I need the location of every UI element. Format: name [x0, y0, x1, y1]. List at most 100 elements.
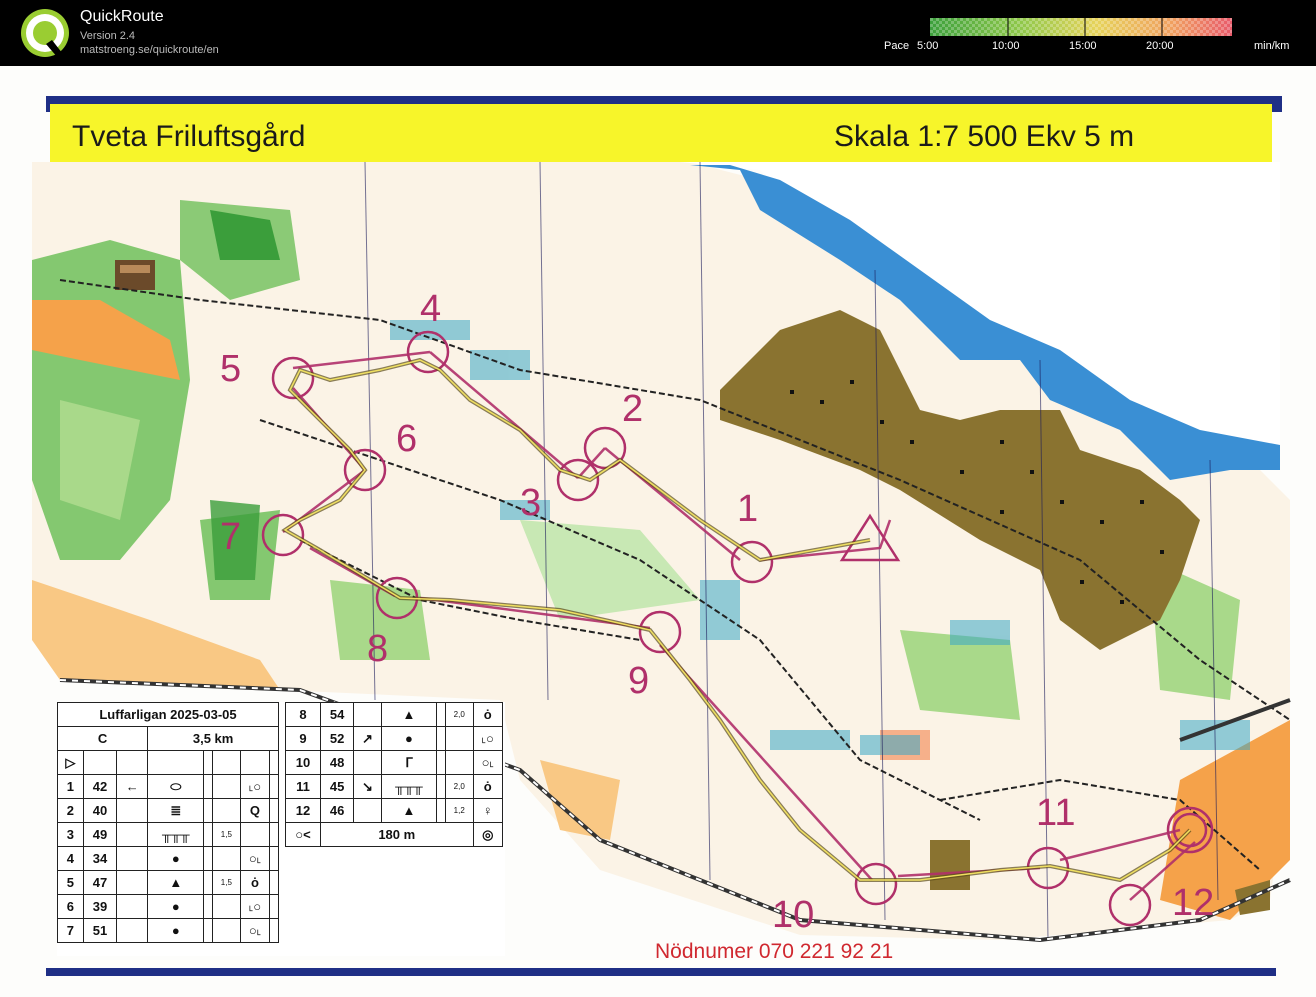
description-cell: 48 [319, 750, 355, 775]
description-cell: ○< [285, 822, 321, 847]
description-cell [203, 918, 213, 943]
description-cell: 1,5 [211, 870, 241, 895]
pace-unit: min/km [1254, 40, 1290, 52]
description-cell [436, 798, 446, 823]
control-row: 12 46 ▲ 1,2 ♀ [285, 798, 504, 823]
description-cell [239, 822, 271, 847]
description-cell [436, 774, 446, 799]
description-cell: 54 [319, 702, 355, 727]
control-number-label: 2 [622, 388, 644, 430]
description-cell [211, 918, 241, 943]
description-cell [436, 726, 446, 751]
description-cell: 45 [319, 774, 355, 799]
description-cell: ˪○ [239, 774, 271, 799]
control-row: 5 47 ▲ 1,5 ȯ [57, 870, 279, 895]
description-cell: 5 [57, 870, 84, 895]
description-cell [203, 774, 213, 799]
description-cell: 1,5 [211, 822, 241, 847]
pace-color-scale [930, 18, 1232, 36]
description-cell [269, 870, 279, 895]
finish-distance: 180 m [320, 822, 474, 847]
control-row: 9 52 ↗ ● ˪○ [285, 726, 504, 751]
description-cell: ● [147, 894, 205, 919]
description-cell: 9 [285, 726, 321, 751]
description-cell: 2,0 [444, 774, 474, 799]
description-cell: 7 [57, 918, 84, 943]
description-cell: ↗ [353, 726, 382, 751]
pace-prefix: Pace [884, 40, 910, 52]
description-cell: ╥╥╥ [380, 774, 438, 799]
description-cell: 39 [82, 894, 118, 919]
pace-tick: 5:00 [917, 40, 939, 52]
description-cell [211, 798, 241, 823]
control-row: 1 42 ← ⬭ ˪○ [57, 774, 279, 799]
description-cell: 40 [82, 798, 118, 823]
control-row: 4 34 ● ○˪ [57, 846, 279, 871]
control-number-label: 1 [737, 488, 759, 530]
description-cell: ȯ [472, 702, 504, 727]
description-cell [269, 894, 279, 919]
control-number-label: 8 [367, 628, 389, 670]
description-cell: 10 [285, 750, 321, 775]
description-cell: ♀ [472, 798, 504, 823]
map-scale: Skala 1:7 500 Ekv 5 m [834, 120, 1135, 153]
description-cell [353, 798, 382, 823]
description-cell [203, 846, 213, 871]
description-cell: 11 [285, 774, 321, 799]
description-row: C 3,5 km [56, 726, 279, 751]
control-number-label: 9 [628, 660, 650, 702]
app-version: Version 2.4 [80, 30, 136, 42]
pace-tick: 10:00 [992, 40, 1020, 52]
description-cell [269, 798, 279, 823]
map-header-band [50, 162, 1280, 228]
description-cell [203, 750, 213, 775]
control-row: 3 49 ╥╥╥ 1,5 [57, 822, 279, 847]
description-cell: ● [380, 726, 438, 751]
description-cell [436, 702, 446, 727]
description-row: ▷ [57, 750, 279, 775]
description-cell [203, 798, 213, 823]
description-cell: 2 [57, 798, 84, 823]
control-number-label: 7 [220, 516, 242, 558]
control-number-label: 6 [396, 418, 418, 460]
control-number-label: 3 [520, 482, 542, 524]
control-number-label: 4 [420, 288, 442, 330]
description-cell [116, 894, 149, 919]
description-cell [444, 726, 474, 751]
description-cell [147, 750, 205, 775]
description-cell: 52 [319, 726, 355, 751]
course-length: 3,5 km [147, 726, 279, 751]
description-cell [239, 750, 271, 775]
control-description-sheet: Luffarligan 2025-03-05 C 3,5 km ▷ 1 42 ← ⬭ ˪○… [56, 702, 505, 956]
description-cell: ȯ [239, 870, 271, 895]
description-cell [116, 918, 149, 943]
description-cell: 34 [82, 846, 118, 871]
description-cell [116, 846, 149, 871]
description-cell: 1 [57, 774, 84, 799]
description-cell: 4 [57, 846, 84, 871]
control-row: 2 40 ≣ Q [57, 798, 279, 823]
description-cell: ○˪ [239, 846, 271, 871]
description-cell [116, 750, 149, 775]
description-cell: 12 [285, 798, 321, 823]
control-row: 10 48 ᒥ ○˪ [285, 750, 504, 775]
course-class: C [56, 726, 149, 751]
description-cell: ˪○ [239, 894, 271, 919]
control-number-label: 11 [1036, 792, 1076, 834]
description-cell [269, 774, 279, 799]
description-cell [211, 750, 241, 775]
app-name: QuickRoute [80, 8, 164, 25]
emergency-number: Nödnumer 070 221 92 21 [655, 940, 894, 963]
description-cell [116, 822, 149, 847]
event-name: Luffarligan 2025-03-05 [57, 702, 279, 727]
description-cell: 6 [57, 894, 84, 919]
description-cell: 51 [82, 918, 118, 943]
control-row: 11 45 ↘ ╥╥╥ 2,0 ȯ [285, 774, 504, 799]
description-cell: ◎ [472, 822, 504, 847]
description-cell [353, 702, 382, 727]
description-cell: ╥╥╥ [147, 822, 205, 847]
app-url[interactable]: matstroeng.se/quickroute/en [80, 44, 219, 56]
description-cell [211, 774, 241, 799]
quickroute-logo-icon [21, 9, 69, 58]
control-row: 7 51 ● ○˪ [57, 918, 279, 943]
